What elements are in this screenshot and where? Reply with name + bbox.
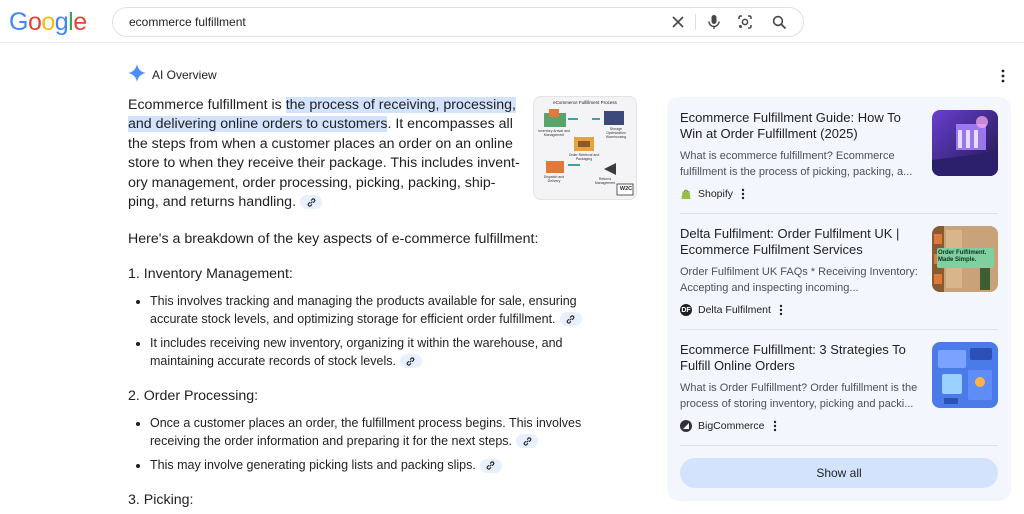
process-diagram-thumbnail[interactable]: eCommerce Fulfillment Process Inventory … bbox=[533, 96, 637, 200]
citation-link-icon[interactable] bbox=[559, 312, 582, 327]
bullet-text: This may involve generating picking list… bbox=[150, 458, 476, 472]
source-card-snippet: Order Fulfilment UK FAQs * Receiving Inv… bbox=[680, 266, 918, 294]
source-thumbnail[interactable] bbox=[932, 110, 998, 176]
logo-letter: G bbox=[9, 8, 28, 36]
bigcommerce-icon bbox=[680, 420, 692, 432]
list-item: This may involve generating picking list… bbox=[136, 457, 606, 475]
top-bar: Google bbox=[0, 0, 1024, 43]
source-attribution: DF Delta Fulfilment bbox=[680, 304, 998, 316]
thumbnail-label: Dispatch and Delivery bbox=[543, 175, 565, 183]
intro-paragraph: Ecommerce fulfillment is the process of … bbox=[128, 96, 526, 212]
source-name: Delta Fulfilment bbox=[698, 304, 771, 316]
citation-link-icon[interactable] bbox=[479, 458, 502, 473]
bullet-dot bbox=[136, 464, 140, 468]
thumbnail-title: eCommerce Fulfillment Process bbox=[553, 100, 617, 105]
source-card-snippet: What is Order Fulfillment? Order fulfill… bbox=[680, 382, 918, 410]
source-card-title[interactable]: Ecommerce Fulfillment Guide: How To Win … bbox=[680, 110, 916, 142]
source-card-title[interactable]: Delta Fulfilment: Order Fulfilment UK | … bbox=[680, 226, 916, 258]
intro-prefix: Ecommerce fulfillment is bbox=[128, 97, 286, 113]
delta-fulfilment-icon: DF bbox=[680, 304, 692, 316]
list-item: This involves tracking and managing the … bbox=[136, 293, 606, 328]
ai-overview-header: AI Overview bbox=[128, 63, 217, 87]
more-options-icon[interactable] bbox=[996, 68, 1010, 84]
search-divider bbox=[695, 14, 696, 30]
divider bbox=[680, 329, 998, 330]
clear-icon[interactable] bbox=[669, 13, 687, 31]
sparkle-icon bbox=[128, 63, 146, 87]
shopify-icon bbox=[680, 188, 692, 200]
citation-link-icon[interactable] bbox=[399, 354, 422, 369]
show-all-button[interactable]: Show all bbox=[680, 458, 998, 488]
source-card[interactable]: Ecommerce Fulfillment Guide: How To Win … bbox=[680, 110, 998, 200]
source-card[interactable]: Delta Fulfilment: Order Fulfilment UK | … bbox=[680, 226, 998, 316]
source-card-title[interactable]: Ecommerce Fulfillment: 3 Strategies To F… bbox=[680, 342, 916, 374]
source-attribution: Shopify bbox=[680, 188, 998, 200]
search-box bbox=[112, 7, 804, 37]
citation-link-icon[interactable] bbox=[300, 195, 323, 210]
logo-letter: o bbox=[27, 8, 42, 36]
logo-letter: o bbox=[41, 8, 55, 36]
bullet-dot bbox=[136, 342, 140, 346]
google-logo[interactable]: Google bbox=[9, 8, 87, 37]
source-card-snippet: What is ecommerce fulfillment? Ecommerce… bbox=[680, 150, 913, 178]
logo-letter: g bbox=[54, 8, 69, 36]
bullet-text: This involves tracking and managing the … bbox=[150, 294, 577, 326]
search-icon[interactable] bbox=[770, 13, 788, 31]
list-item: Once a customer places an order, the ful… bbox=[136, 415, 606, 450]
bullet-dot bbox=[136, 422, 140, 426]
thumbnail-label: Order Retrieval and Packaging bbox=[568, 153, 600, 161]
thumbnail-overlay-text: Order Fulfilment. Made Simple. bbox=[938, 250, 987, 263]
favicon-letters: DF bbox=[681, 306, 691, 314]
source-card[interactable]: Ecommerce Fulfillment: 3 Strategies To F… bbox=[680, 342, 998, 432]
thumbnail-label: Storage Optimization Warehousing bbox=[605, 127, 627, 139]
thumbnail-label: Returns Management bbox=[594, 177, 616, 185]
section-title: 2. Order Processing: bbox=[128, 388, 259, 404]
breakdown-intro: Here's a breakdown of the key aspects of… bbox=[128, 231, 539, 247]
source-more-icon[interactable] bbox=[773, 420, 777, 432]
microphone-icon[interactable] bbox=[705, 13, 723, 31]
thumbnail-badge: W2C bbox=[619, 186, 633, 192]
source-thumbnail[interactable]: Order Fulfilment. Made Simple. bbox=[932, 226, 998, 292]
logo-letter: e bbox=[73, 8, 87, 36]
bullet-dot bbox=[136, 300, 140, 304]
divider bbox=[680, 213, 998, 214]
source-name: Shopify bbox=[698, 188, 734, 200]
source-more-icon[interactable] bbox=[741, 188, 745, 200]
section-title: 1. Inventory Management: bbox=[128, 266, 293, 282]
source-more-icon[interactable] bbox=[779, 304, 783, 316]
bullet-text: It includes receiving new inventory, org… bbox=[150, 336, 563, 368]
source-name: BigCommerce bbox=[698, 420, 765, 432]
sources-panel: Ecommerce Fulfillment Guide: How To Win … bbox=[667, 97, 1011, 501]
source-thumbnail[interactable] bbox=[932, 342, 998, 408]
list-item: It includes receiving new inventory, org… bbox=[136, 335, 606, 370]
lens-icon[interactable] bbox=[736, 13, 754, 31]
thumbnail-label: Inventory Arrival and Management bbox=[538, 129, 570, 137]
source-attribution: BigCommerce bbox=[680, 420, 998, 432]
section-title: 3. Picking: bbox=[128, 492, 194, 508]
citation-link-icon[interactable] bbox=[516, 434, 539, 449]
ai-overview-body: Ecommerce fulfillment is the process of … bbox=[128, 96, 528, 212]
ai-overview-label: AI Overview bbox=[152, 68, 217, 82]
divider bbox=[680, 445, 998, 446]
search-input[interactable] bbox=[129, 13, 649, 31]
